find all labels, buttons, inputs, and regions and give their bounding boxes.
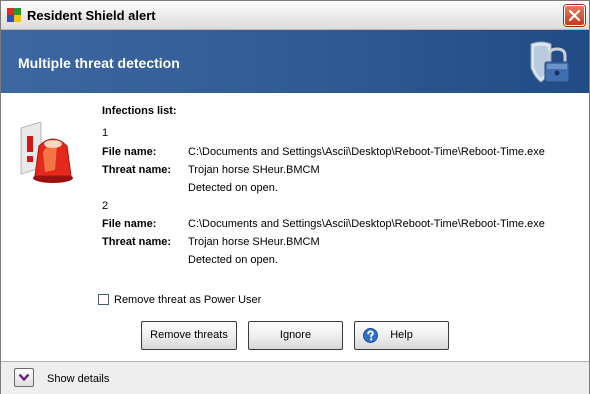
close-button[interactable] <box>564 5 585 26</box>
file-name-value: C:\Documents and Settings\Ascii\Desktop\… <box>188 146 545 158</box>
threat-name-label: Threat name: <box>102 164 172 176</box>
threat-name-value: Trojan horse SHeur.BMCM <box>188 164 320 176</box>
detection-status: Detected on open. <box>188 254 278 266</box>
alert-window: Resident Shield alert Multiple threat de… <box>0 0 590 394</box>
avg-logo-icon <box>7 8 21 22</box>
infections-heading: Infections list: <box>102 105 177 117</box>
close-icon <box>569 10 580 21</box>
footer-bar: Show details <box>1 361 589 394</box>
title-bar[interactable]: Resident Shield alert <box>1 1 589 30</box>
threat-name-label: Threat name: <box>102 236 172 248</box>
shield-lock-icon <box>530 41 570 83</box>
ignore-button[interactable]: Ignore <box>248 321 343 350</box>
infection-index: 2 <box>102 200 109 212</box>
power-user-checkbox[interactable] <box>98 294 109 305</box>
power-user-label[interactable]: Remove threat as Power User <box>114 294 261 307</box>
header-title: Multiple threat detection <box>18 55 180 71</box>
file-name-label: File name: <box>102 146 157 158</box>
help-label: Help <box>390 329 413 341</box>
threat-name-value: Trojan horse SHeur.BMCM <box>188 236 320 248</box>
help-question-icon <box>363 328 378 343</box>
detection-status: Detected on open. <box>188 182 278 194</box>
file-name-label: File name: <box>102 218 157 230</box>
window-title: Resident Shield alert <box>27 8 156 23</box>
alarm-siren-icon <box>20 122 73 183</box>
show-details-toggle[interactable] <box>14 368 34 387</box>
show-details-label[interactable]: Show details <box>47 373 109 386</box>
remove-threats-button[interactable]: Remove threats <box>141 321 237 350</box>
file-name-value: C:\Documents and Settings\Ascii\Desktop\… <box>188 218 545 230</box>
chevron-down-icon <box>19 374 29 382</box>
header-banner: Multiple threat detection <box>1 30 589 93</box>
infection-index: 1 <box>102 127 109 139</box>
help-button[interactable]: Help <box>354 321 449 350</box>
